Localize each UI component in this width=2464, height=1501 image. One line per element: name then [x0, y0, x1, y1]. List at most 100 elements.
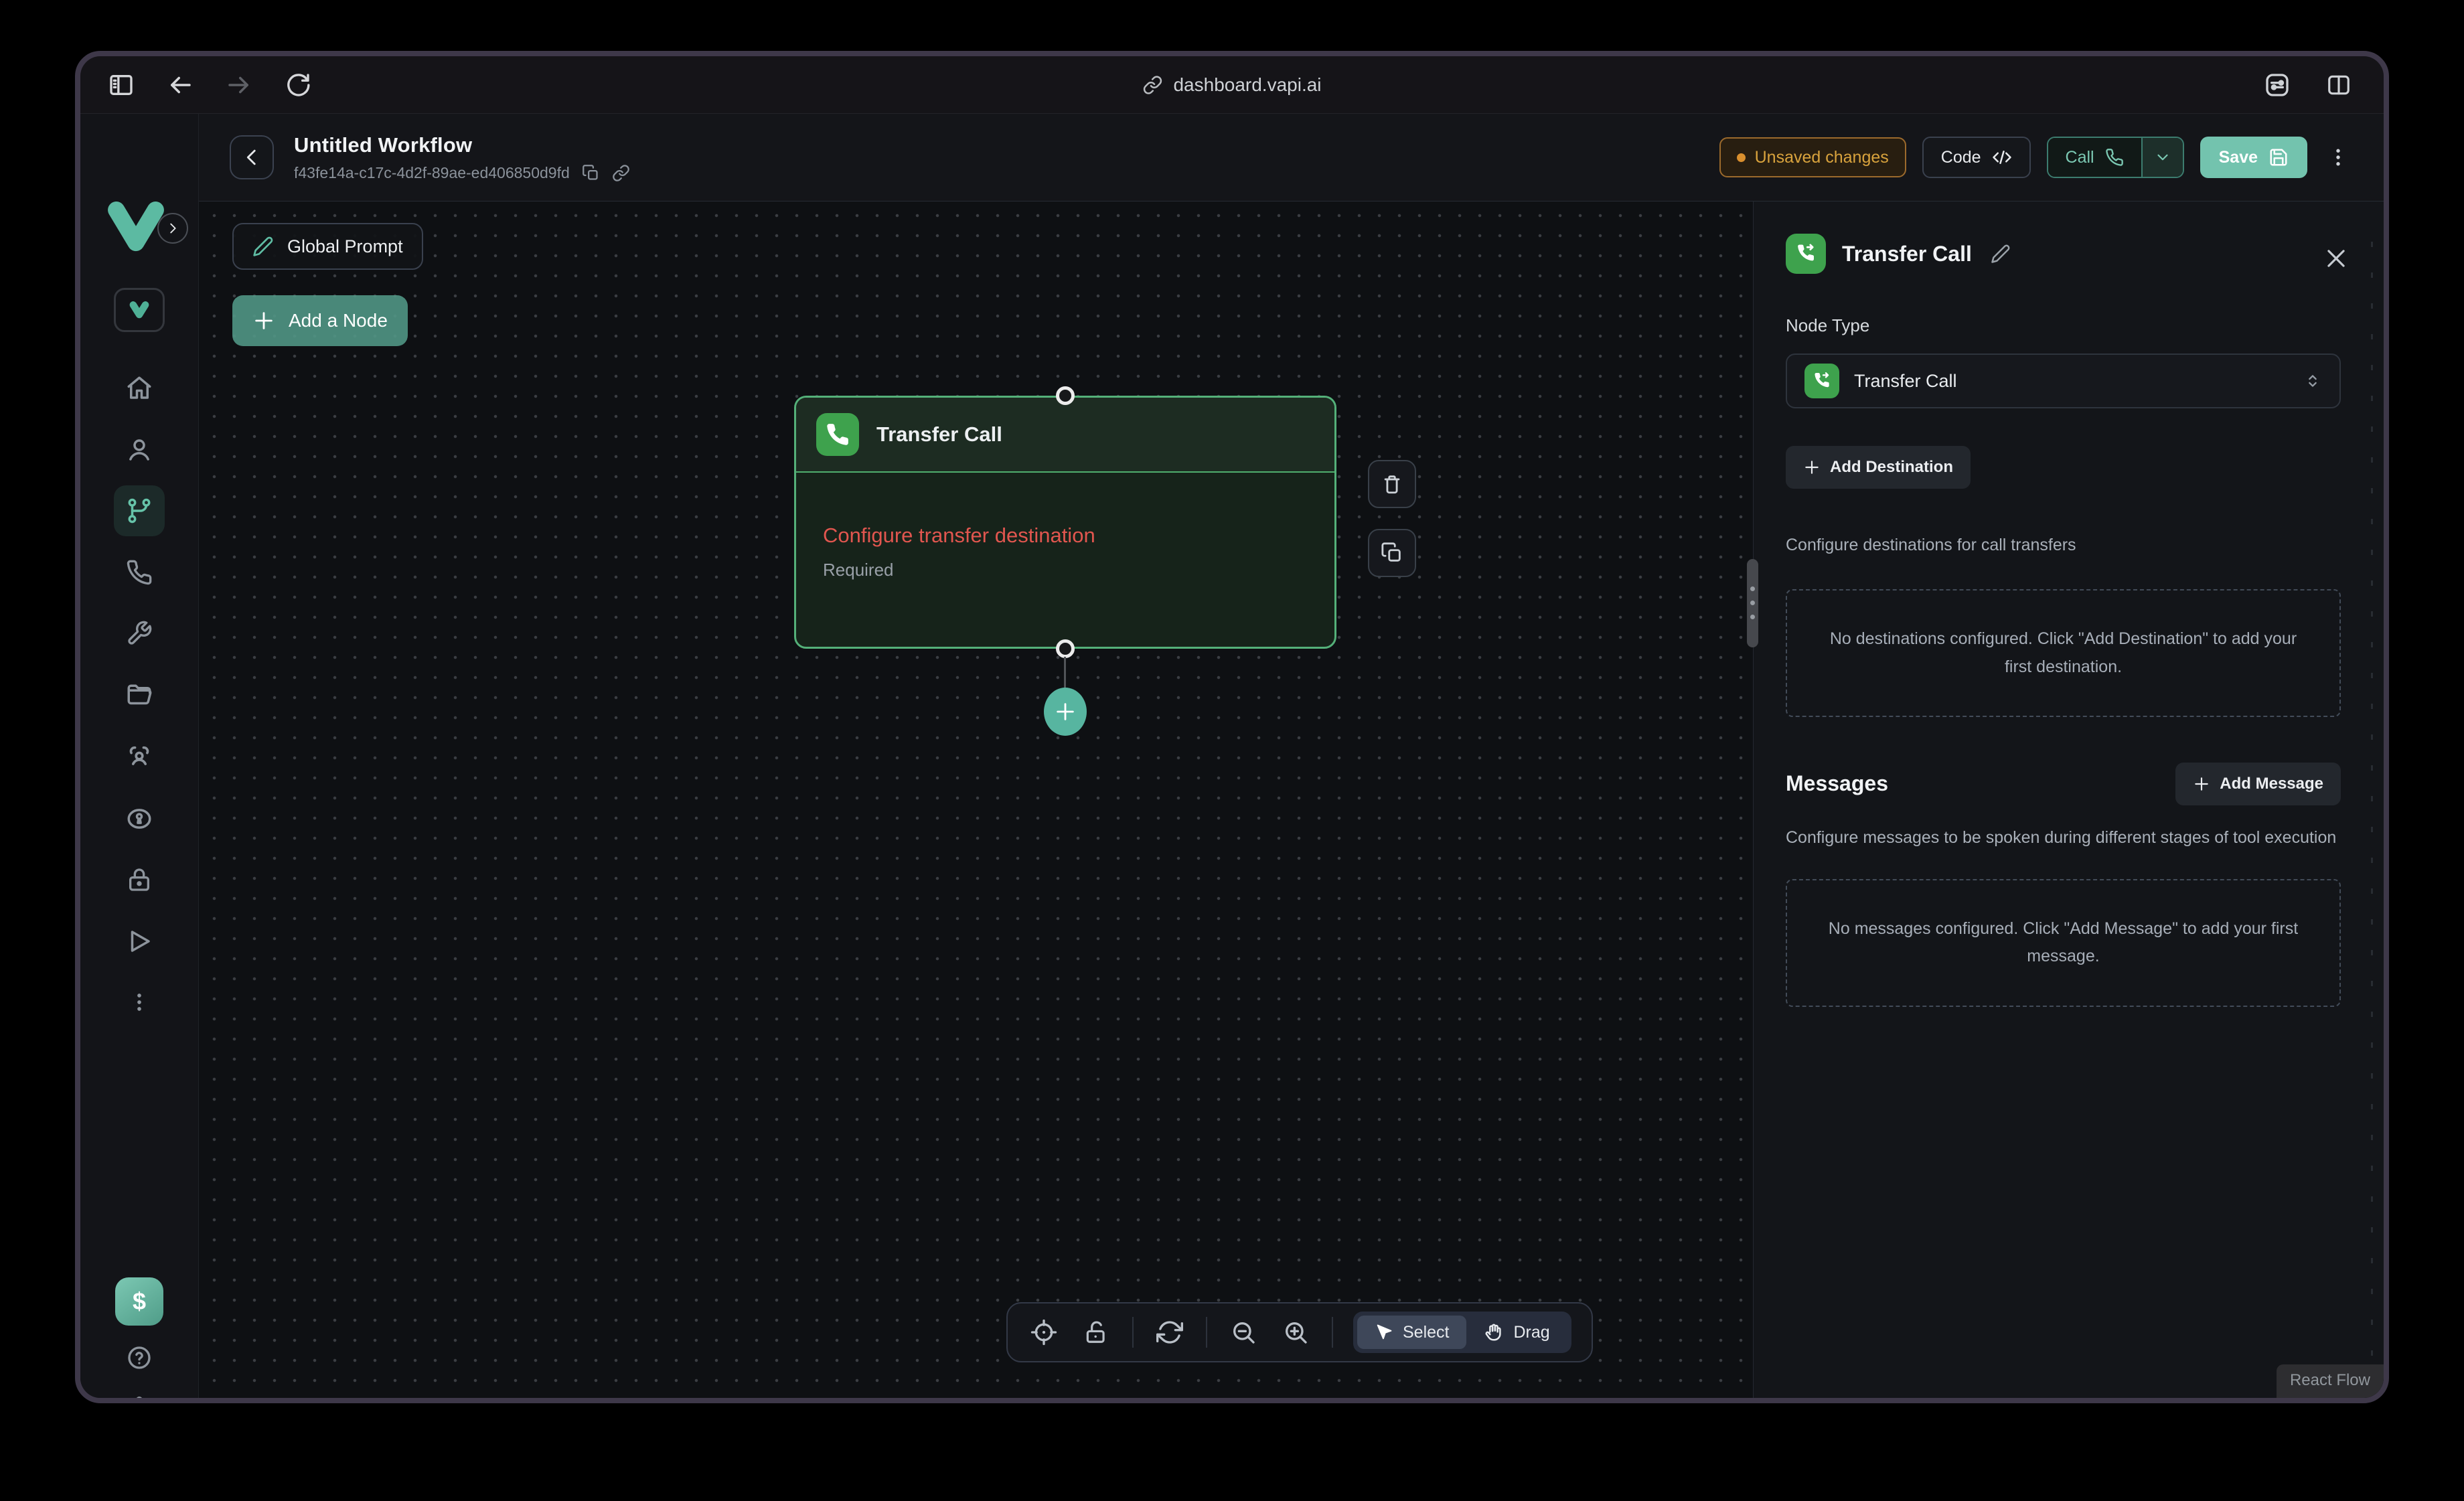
address-bar[interactable]: dashboard.vapi.ai	[1142, 56, 1321, 114]
forward-button[interactable]	[224, 70, 254, 100]
sidebar-item-assistants[interactable]	[114, 424, 165, 475]
react-flow-attribution[interactable]: React Flow	[2277, 1364, 2384, 1398]
node-config-panel: Transfer Call Node Type Transfer Call Ad…	[1753, 202, 2384, 1398]
workspace-switcher[interactable]	[114, 285, 165, 335]
home-icon	[125, 374, 153, 402]
workflow-header: Untitled Workflow f43fe14a-c17c-4d2f-89a…	[199, 114, 2384, 202]
sidebar-item-files[interactable]	[114, 671, 165, 722]
toolbar-divider	[1132, 1317, 1134, 1348]
page-title: Untitled Workflow	[294, 133, 630, 157]
sidebar-item-settings[interactable]	[114, 1385, 165, 1403]
sidebar-item-squads[interactable]	[114, 732, 165, 783]
sidebar-item-provider-keys[interactable]	[114, 793, 165, 844]
add-node-button[interactable]: Add a Node	[232, 295, 408, 346]
node-warning-text: Configure transfer destination	[823, 524, 1308, 548]
global-prompt-button[interactable]: Global Prompt	[232, 223, 423, 270]
node-body: Configure transfer destination Required	[796, 473, 1334, 580]
select-mode-button[interactable]: Select	[1357, 1316, 1466, 1349]
cursor-icon	[1375, 1323, 1393, 1342]
sidebar-item-more[interactable]	[114, 977, 165, 1028]
fit-view-button[interactable]	[1028, 1316, 1060, 1348]
sidebar-item-home[interactable]	[114, 363, 165, 414]
destinations-caption: Configure destinations for call transfer…	[1786, 533, 2341, 557]
node-source-handle[interactable]	[1056, 639, 1075, 658]
drag-mode-button[interactable]: Drag	[1466, 1316, 1567, 1349]
vapi-logo	[102, 201, 176, 254]
node-target-handle[interactable]	[1056, 386, 1075, 405]
toolbar-divider	[1332, 1317, 1333, 1348]
dollar-icon: $	[115, 1277, 163, 1326]
sliders-icon[interactable]	[2262, 70, 2293, 100]
messages-empty-state: No messages configured. Click "Add Messa…	[1786, 879, 2341, 1007]
sidebar-item-phone-numbers[interactable]	[114, 547, 165, 598]
workflow-id: f43fe14a-c17c-4d2f-89ae-ed406850d9fd	[294, 164, 570, 182]
node-type-value: Transfer Call	[1854, 371, 1957, 392]
more-options-button[interactable]	[2323, 137, 2353, 178]
sidebar-item-api-keys[interactable]	[114, 854, 165, 905]
node-type-select[interactable]: Transfer Call	[1786, 353, 2341, 408]
workflow-canvas[interactable]: Global Prompt Add a Node Transfer Call C…	[199, 202, 1753, 1398]
unsaved-changes-badge: Unsaved changes	[1719, 137, 1906, 177]
zoom-in-button[interactable]	[1280, 1316, 1312, 1348]
reload-button[interactable]	[283, 70, 313, 100]
phone-icon	[816, 413, 859, 456]
duplicate-node-button[interactable]	[1368, 529, 1416, 577]
plus-icon	[2193, 775, 2210, 793]
sidebar-toggle-icon[interactable]	[106, 70, 137, 100]
plus-icon	[252, 309, 275, 332]
transfer-call-icon	[1786, 234, 1826, 274]
rename-pencil-icon[interactable]	[1991, 244, 2011, 264]
node-title: Transfer Call	[876, 422, 1002, 447]
transfer-call-node[interactable]: Transfer Call Configure transfer destina…	[794, 396, 1336, 649]
call-split-button[interactable]: Call	[2047, 137, 2184, 178]
add-message-button[interactable]: Add Message	[2175, 763, 2341, 805]
call-options-caret[interactable]	[2141, 138, 2183, 177]
back-button[interactable]	[165, 70, 196, 100]
refresh-icon	[1156, 1319, 1183, 1346]
ellipsis-icon	[126, 989, 153, 1016]
save-button[interactable]: Save	[2200, 137, 2307, 178]
sidebar-expand-icon[interactable]	[157, 213, 188, 244]
add-destination-button[interactable]: Add Destination	[1786, 446, 1971, 489]
workflow-icon	[125, 497, 153, 525]
unlock-icon	[1083, 1320, 1109, 1345]
back-to-workflows-button[interactable]	[230, 135, 274, 179]
lock-icon	[126, 866, 153, 893]
edge-stub	[1064, 657, 1066, 692]
code-button[interactable]: Code	[1922, 137, 2031, 178]
wrench-icon	[126, 620, 153, 647]
copy-icon	[1381, 542, 1403, 564]
play-icon	[125, 927, 153, 955]
node-warning-note: Required	[823, 560, 1308, 580]
sidebar-item-billing[interactable]: $	[114, 1276, 165, 1327]
call-button[interactable]: Call	[2048, 138, 2141, 177]
phone-call-icon	[2105, 148, 2124, 167]
chevron-down-icon	[2154, 149, 2171, 166]
refresh-layout-button[interactable]	[1154, 1316, 1186, 1348]
url-text: dashboard.vapi.ai	[1173, 74, 1321, 96]
pencil-icon	[252, 236, 274, 257]
panel-resize-handle[interactable]	[1747, 559, 1758, 647]
add-next-node-button[interactable]	[1044, 688, 1087, 736]
plus-icon	[1803, 459, 1821, 476]
help-icon	[126, 1344, 153, 1371]
sidebar-item-workflows[interactable]	[114, 485, 165, 536]
zoom-out-button[interactable]	[1227, 1316, 1259, 1348]
toolbar-divider	[1206, 1317, 1207, 1348]
user-icon	[125, 436, 153, 464]
sidebar-item-help[interactable]	[114, 1332, 165, 1383]
split-view-icon[interactable]	[2323, 70, 2354, 100]
mode-segmented-control: Select Drag	[1353, 1312, 1571, 1353]
trash-icon	[1381, 473, 1403, 495]
delete-node-button[interactable]	[1368, 460, 1416, 508]
browser-chrome: dashboard.vapi.ai	[80, 56, 2384, 114]
canvas-toolbar: Select Drag	[1006, 1302, 1593, 1362]
copy-id-icon[interactable]	[582, 164, 600, 182]
close-panel-icon[interactable]	[2323, 246, 2349, 271]
sidebar-item-tools[interactable]	[114, 608, 165, 659]
sidebar-item-test-suites[interactable]	[114, 916, 165, 967]
phone-icon	[126, 559, 153, 586]
lock-toggle-button[interactable]	[1080, 1316, 1112, 1348]
copy-link-icon[interactable]	[612, 164, 630, 182]
node-header: Transfer Call	[796, 398, 1334, 473]
